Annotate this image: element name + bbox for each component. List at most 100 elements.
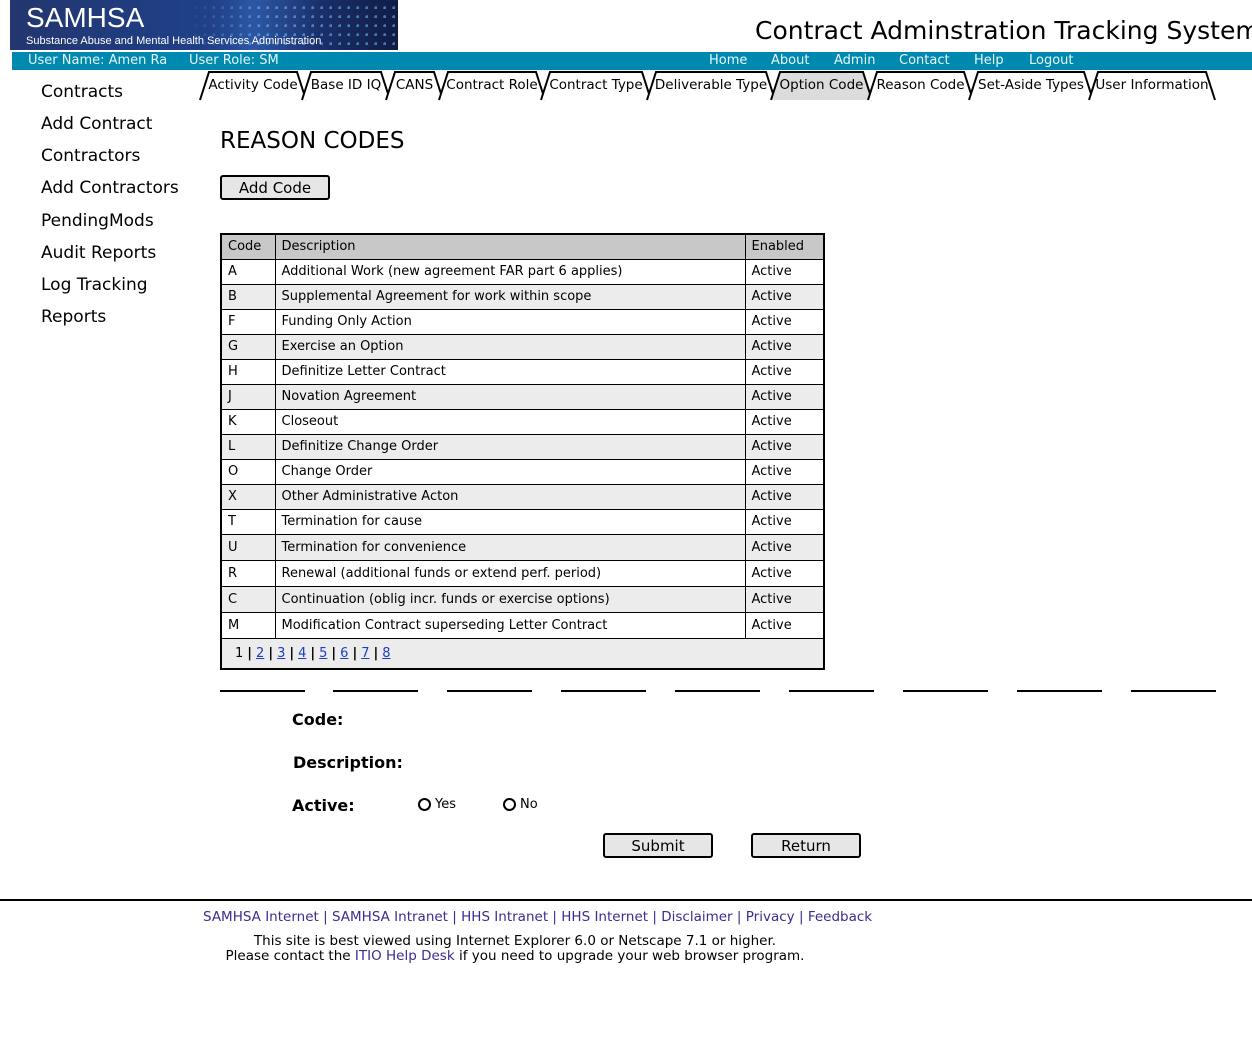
cell-description: Additional Work (new agreement FAR part … (274, 258, 746, 285)
add-code-button[interactable]: Add Code (220, 175, 330, 200)
column-header-description: Description (274, 233, 746, 260)
cell-description: Renewal (additional funds or extend perf… (274, 559, 746, 587)
sidebar-item-reports[interactable]: Reports (41, 307, 106, 327)
active-yes-radio[interactable] (418, 798, 431, 811)
tab-reason-code[interactable]: Reason Code (867, 71, 974, 101)
footer-links: SAMHSA Internet | SAMHSA Intranet | HHS … (203, 909, 873, 925)
tab-activity-code[interactable]: Activity Code (199, 71, 307, 101)
browser-note-post: if you need to upgrade your web browser … (458, 948, 805, 964)
tab-set-aside-types[interactable]: Set-Aside Types (968, 71, 1094, 101)
separator-segment (447, 690, 532, 692)
cell-enabled: Active (744, 611, 825, 639)
footer-link-hhs-internet[interactable]: HHS Internet (561, 909, 648, 925)
pager-row: 1 | 2 | 3 | 4 | 5 | 6 | 7 | 8 (220, 637, 825, 670)
cell-enabled: Active (744, 585, 825, 613)
sidebar-item-add-contractors[interactable]: Add Contractors (41, 178, 179, 198)
sidebar-item-audit-reports[interactable]: Audit Reports (41, 243, 156, 263)
table-row[interactable]: R Renewal (additional funds or extend per… (220, 559, 825, 587)
browser-note-pre: Please contact the (225, 948, 351, 964)
table-row[interactable]: G Exercise an Option Active (220, 333, 825, 360)
active-no-label: No (520, 797, 538, 812)
cell-code: H (220, 358, 276, 385)
cell-enabled: Active (744, 258, 825, 285)
return-button[interactable]: Return (751, 833, 861, 858)
sidebar-item-pendingmods[interactable]: PendingMods (41, 211, 154, 231)
active-no-radio[interactable] (503, 798, 516, 811)
table-row[interactable]: X Other Administrative Acton Active (220, 483, 825, 510)
tab-contract-role[interactable]: Contract Role (438, 71, 546, 101)
cell-code: U (220, 533, 276, 561)
footer-link-disclaimer[interactable]: Disclaimer (661, 909, 732, 925)
cell-description: Novation Agreement (274, 383, 746, 410)
footer-link-samhsa-internet[interactable]: SAMHSA Internet (203, 909, 319, 925)
nav-about-link[interactable]: About (771, 53, 809, 68)
tab-cans[interactable]: CANS (385, 71, 444, 101)
separator-segment (1131, 690, 1216, 692)
separator-segment (903, 690, 988, 692)
cell-code: T (220, 508, 276, 535)
tab-option-code[interactable]: Option Code (770, 71, 873, 101)
footer-link-hhs-intranet[interactable]: HHS Intranet (461, 909, 548, 925)
logo-text: SAMHSA (26, 2, 145, 33)
cell-code: R (220, 559, 276, 587)
reason-codes-table: Code Description Enabled A Additional Wor… (220, 233, 825, 670)
cell-description: Funding Only Action (274, 308, 746, 335)
tab-base-id-iq[interactable]: Base ID IQ (301, 71, 391, 101)
user-role: User Role: SM (189, 53, 279, 68)
table-row[interactable]: K Closeout Active (220, 408, 825, 435)
table-row[interactable]: H Definitize Letter Contract Active (220, 358, 825, 385)
table-row[interactable]: B Supplemental Agreement for work within … (220, 283, 825, 310)
sidebar-item-contracts[interactable]: Contracts (41, 82, 123, 102)
cell-description: Termination for cause (274, 508, 746, 535)
nav-contact-link[interactable]: Contact (899, 53, 950, 68)
nav-logout-link[interactable]: Logout (1029, 53, 1074, 68)
tab-contract-type[interactable]: Contract Type (540, 71, 652, 101)
tab-label: Deliverable Type (654, 77, 768, 93)
table-row[interactable]: J Novation Agreement Active (220, 383, 825, 410)
sidebar-item-contractors[interactable]: Contractors (41, 146, 140, 166)
cell-code: X (220, 483, 276, 510)
separator-segment (789, 690, 874, 692)
cell-code: L (220, 433, 276, 460)
cell-description: Modification Contract superseding Letter… (274, 611, 746, 639)
table-row[interactable]: F Funding Only Action Active (220, 308, 825, 335)
sidebar-item-add-contract[interactable]: Add Contract (41, 114, 152, 134)
description-label: Description: (293, 753, 403, 772)
table-row[interactable]: A Additional Work (new agreement FAR part… (220, 258, 825, 285)
nav-home-link[interactable]: Home (709, 53, 747, 68)
submit-button[interactable]: Submit (603, 833, 713, 858)
page-link-8[interactable]: 8 (382, 646, 390, 661)
tab-label: Contract Type (549, 77, 643, 93)
footer-link-feedback[interactable]: Feedback (808, 909, 872, 925)
tab-label: Base ID IQ (310, 77, 382, 93)
table-row[interactable]: C Continuation (oblig incr. funds or exer… (220, 585, 825, 613)
tab-user-information[interactable]: User Information (1088, 71, 1216, 101)
table-row[interactable]: U Termination for convenience Active (220, 533, 825, 561)
footer-link-privacy[interactable]: Privacy (746, 909, 795, 925)
sidebar-item-log-tracking[interactable]: Log Tracking (41, 275, 148, 295)
cell-description: Closeout (274, 408, 746, 435)
nav-admin-link[interactable]: Admin (834, 53, 875, 68)
itio-help-desk-link[interactable]: ITIO Help Desk (355, 948, 455, 964)
cell-enabled: Active (744, 283, 825, 310)
cell-enabled: Active (744, 383, 825, 410)
table-row[interactable]: O Change Order Active (220, 458, 825, 485)
table-row[interactable]: T Termination for cause Active (220, 508, 825, 535)
nav-help-link[interactable]: Help (974, 53, 1004, 68)
tab-label: CANS (395, 77, 434, 93)
cell-code: C (220, 585, 276, 613)
cell-enabled: Active (744, 483, 825, 510)
tab-label: User Information (1095, 77, 1209, 93)
user-bar: User Name: Amen Ra User Role: SM Home Ab… (12, 52, 1252, 70)
active-yes-label: Yes (435, 797, 456, 812)
browser-note-line1: This site is best viewed using Internet … (253, 933, 777, 949)
separator-segment (561, 690, 646, 692)
tab-label: Option Code (779, 77, 864, 93)
cell-enabled: Active (744, 533, 825, 561)
table-row[interactable]: M Modification Contract superseding Lette… (220, 611, 825, 639)
footer-link-samhsa-intranet[interactable]: SAMHSA Intranet (332, 909, 448, 925)
tab-deliverable-type[interactable]: Deliverable Type (646, 71, 776, 101)
browser-note-line2: Please contact the ITIO Help Desk if you… (200, 949, 830, 964)
table-row[interactable]: L Definitize Change Order Active (220, 433, 825, 460)
table-header-row: Code Description Enabled (220, 233, 825, 260)
